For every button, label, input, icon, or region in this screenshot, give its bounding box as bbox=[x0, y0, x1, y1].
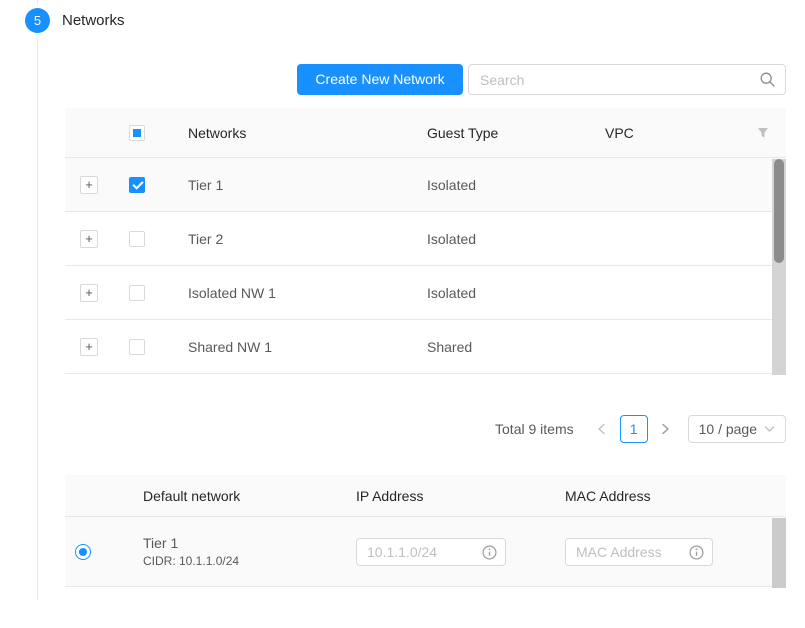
guest-type: Shared bbox=[411, 339, 589, 355]
pagination: Total 9 items 1 10 / page bbox=[495, 415, 786, 443]
networks-table-header: Networks Guest Type VPC bbox=[65, 108, 786, 158]
network-name: Tier 1 bbox=[161, 177, 411, 193]
step-connector-top bbox=[37, 0, 38, 5]
table-row[interactable]: + Tier 2 Isolated bbox=[65, 212, 786, 266]
pagination-total: Total 9 items bbox=[495, 421, 574, 437]
expand-row-button[interactable]: + bbox=[80, 230, 98, 248]
column-header-guest-type: Guest Type bbox=[411, 125, 589, 141]
search-icon[interactable] bbox=[760, 72, 775, 87]
step-title: Networks bbox=[62, 12, 125, 29]
default-network-table: Default network IP Address MAC Address T… bbox=[65, 475, 786, 587]
table-row[interactable]: + Isolated NW 1 Isolated bbox=[65, 266, 786, 320]
row-checkbox[interactable] bbox=[129, 339, 145, 355]
expand-row-button[interactable]: + bbox=[80, 284, 98, 302]
info-icon bbox=[482, 545, 497, 560]
scrollbar-thumb[interactable] bbox=[774, 159, 784, 263]
default-network-radio[interactable] bbox=[75, 544, 91, 560]
column-header-default-network: Default network bbox=[121, 488, 340, 504]
column-header-mac-address: MAC Address bbox=[549, 488, 786, 504]
create-new-network-button[interactable]: Create New Network bbox=[297, 64, 463, 95]
row-checkbox[interactable] bbox=[129, 285, 145, 301]
expand-row-button[interactable]: + bbox=[80, 338, 98, 356]
default-network-cidr: CIDR: 10.1.1.0/24 bbox=[143, 554, 340, 568]
networks-wizard-step: 5 Networks Create New Network Networks G… bbox=[0, 0, 805, 628]
ip-address-field bbox=[356, 538, 506, 566]
step-connector-line bbox=[37, 37, 38, 600]
column-header-ip-address: IP Address bbox=[340, 488, 549, 504]
table-scrollbar[interactable] bbox=[772, 159, 786, 375]
filter-icon[interactable] bbox=[757, 127, 769, 139]
search-box bbox=[468, 64, 786, 95]
next-page-button[interactable] bbox=[654, 415, 678, 443]
mac-address-field bbox=[565, 538, 713, 566]
default-network-name: Tier 1 bbox=[143, 535, 340, 551]
column-header-networks: Networks bbox=[161, 125, 411, 141]
chevron-left-icon bbox=[597, 423, 606, 435]
chevron-right-icon bbox=[661, 423, 670, 435]
guest-type: Isolated bbox=[411, 177, 589, 193]
network-name: Tier 2 bbox=[161, 231, 411, 247]
network-name: Isolated NW 1 bbox=[161, 285, 411, 301]
expand-row-button[interactable]: + bbox=[80, 176, 98, 194]
search-input[interactable] bbox=[469, 65, 785, 94]
guest-type: Isolated bbox=[411, 285, 589, 301]
previous-page-button[interactable] bbox=[590, 415, 614, 443]
step-number-badge: 5 bbox=[25, 8, 50, 33]
row-checkbox[interactable] bbox=[129, 177, 145, 193]
page-size-select[interactable]: 10 / page bbox=[688, 415, 786, 443]
page-number-button[interactable]: 1 bbox=[620, 415, 648, 443]
default-network-table-header: Default network IP Address MAC Address bbox=[65, 475, 786, 517]
table-row[interactable]: + Tier 1 Isolated bbox=[65, 158, 786, 212]
table-scrollbar[interactable] bbox=[772, 518, 786, 588]
row-checkbox[interactable] bbox=[129, 231, 145, 247]
table-row[interactable]: + Shared NW 1 Shared bbox=[65, 320, 786, 374]
info-icon bbox=[689, 545, 704, 560]
default-network-row[interactable]: Tier 1 CIDR: 10.1.1.0/24 bbox=[65, 517, 786, 587]
select-all-checkbox[interactable] bbox=[129, 125, 145, 141]
networks-table: Networks Guest Type VPC + Tier 1 Isolate… bbox=[65, 108, 786, 374]
page-size-value: 10 / page bbox=[699, 421, 757, 437]
chevron-down-icon bbox=[764, 425, 775, 433]
guest-type: Isolated bbox=[411, 231, 589, 247]
network-name: Shared NW 1 bbox=[161, 339, 411, 355]
column-header-vpc: VPC bbox=[589, 125, 739, 141]
